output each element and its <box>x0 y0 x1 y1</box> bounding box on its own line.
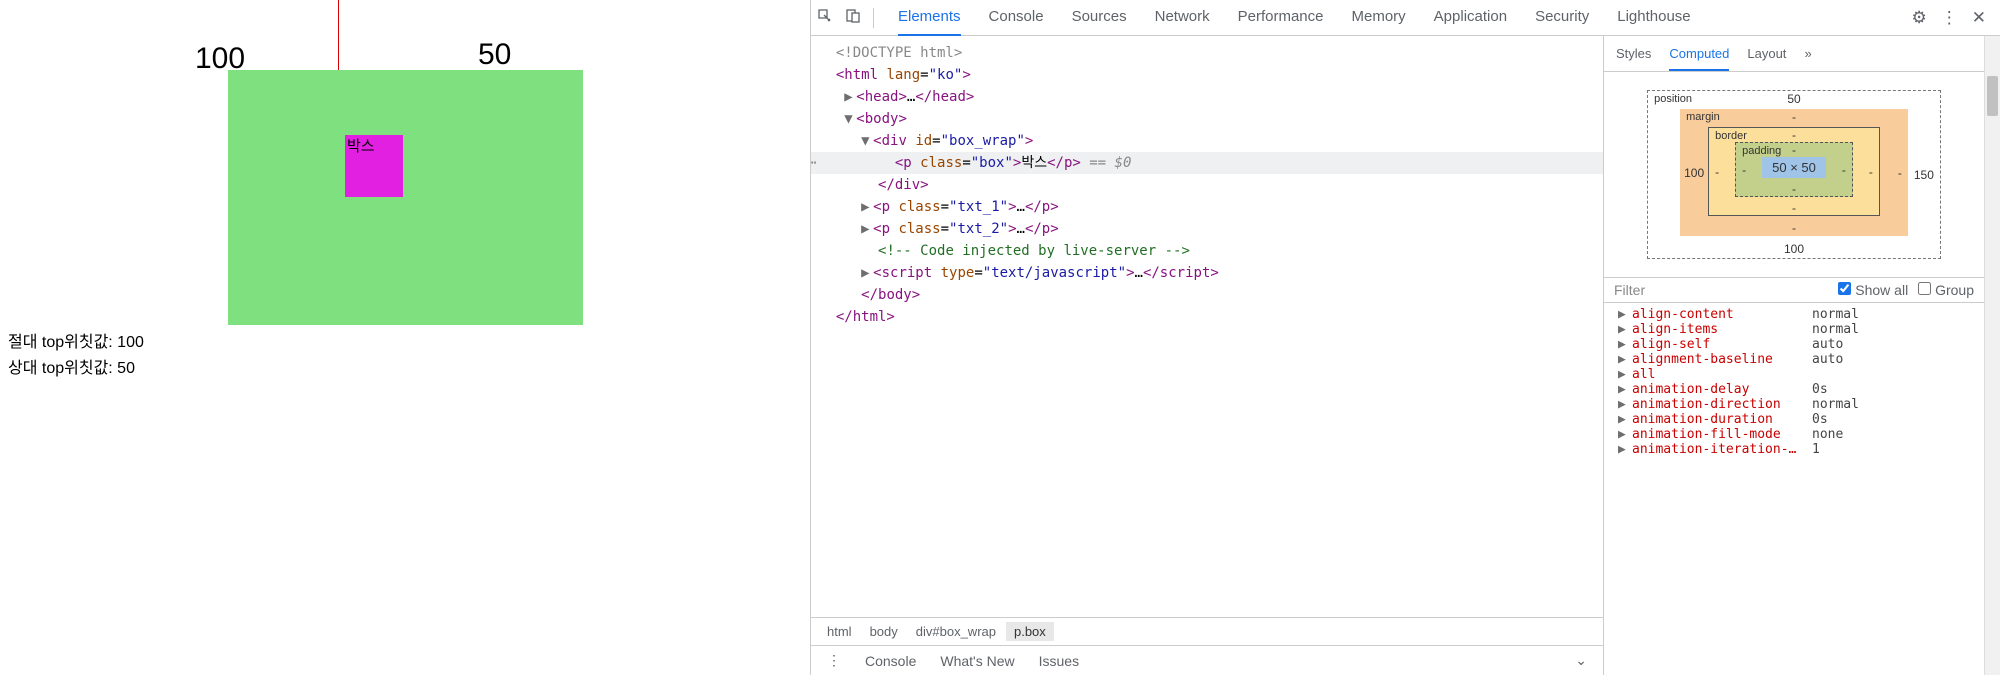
box-model-content: 50 × 50 <box>1762 157 1826 178</box>
styles-tab-computed[interactable]: Computed <box>1669 42 1729 71</box>
devtools-panel: Elements Console Sources Network Perform… <box>810 0 2000 675</box>
box-model-diagram[interactable]: position 50 100 150 margin - - 100 - bor… <box>1604 72 1984 277</box>
show-all-checkbox[interactable]: Show all <box>1838 282 1908 298</box>
crumb-boxwrap[interactable]: div#box_wrap <box>908 622 1004 641</box>
box-wrap <box>228 70 583 325</box>
filter-input[interactable]: Filter <box>1614 282 1645 298</box>
dom-breadcrumb[interactable]: html body div#box_wrap p.box <box>811 617 1603 645</box>
drawer-tab-whatsnew[interactable]: What's New <box>940 653 1014 669</box>
text-relative-top: 상대 top위칫값: 50 <box>8 354 135 378</box>
drawer-collapse-icon[interactable]: ⌄ <box>1575 652 1587 669</box>
styles-tab-more-icon[interactable]: » <box>1804 42 1811 71</box>
text-absolute-top: 절대 top위칫값: 100 <box>8 328 144 352</box>
gear-icon[interactable]: ⚙ <box>1912 8 1927 28</box>
drawer-tabs: ⋮ Console What's New Issues ⌄ <box>811 645 1603 675</box>
label-relative-top: 50 <box>478 38 511 72</box>
drawer-tab-issues[interactable]: Issues <box>1039 653 1079 669</box>
group-checkbox[interactable]: Group <box>1918 282 1974 298</box>
tab-performance[interactable]: Performance <box>1238 0 1324 36</box>
drawer-tab-console[interactable]: Console <box>865 653 916 669</box>
computed-properties-list[interactable]: ▶align-contentnormal ▶align-itemsnormal … <box>1604 303 1984 675</box>
selected-dom-node[interactable]: <p class="box">박스</p> == $0 <box>811 152 1603 174</box>
device-toggle-icon[interactable] <box>839 8 867 28</box>
tab-memory[interactable]: Memory <box>1352 0 1406 36</box>
tab-security[interactable]: Security <box>1535 0 1589 36</box>
styles-tab-styles[interactable]: Styles <box>1616 42 1651 71</box>
tab-sources[interactable]: Sources <box>1072 0 1127 36</box>
scrollbar[interactable] <box>1984 36 2000 675</box>
kebab-icon[interactable]: ⋮ <box>1941 8 1958 28</box>
dom-tree[interactable]: <!DOCTYPE html> <html lang="ko"> ▶<head>… <box>811 36 1603 617</box>
tab-console[interactable]: Console <box>989 0 1044 36</box>
tab-elements[interactable]: Elements <box>898 0 961 36</box>
crumb-pbox[interactable]: p.box <box>1006 622 1054 641</box>
box-element: 박스 <box>345 135 403 197</box>
tab-network[interactable]: Network <box>1155 0 1210 36</box>
tab-lighthouse[interactable]: Lighthouse <box>1617 0 1690 36</box>
drawer-menu-icon[interactable]: ⋮ <box>827 652 841 669</box>
crumb-html[interactable]: html <box>819 622 860 641</box>
devtools-toolbar: Elements Console Sources Network Perform… <box>811 0 2000 36</box>
rendered-page: 100 50 박스 절대 top위칫값: 100 상대 top위칫값: 50 <box>0 0 810 675</box>
crumb-body[interactable]: body <box>862 622 906 641</box>
close-icon[interactable]: ✕ <box>1972 8 1986 28</box>
tab-application[interactable]: Application <box>1434 0 1507 36</box>
styles-tab-layout[interactable]: Layout <box>1747 42 1786 71</box>
styles-sidebar: Styles Computed Layout » position 50 100… <box>1604 36 1984 675</box>
devtools-tabs: Elements Console Sources Network Perform… <box>880 0 1898 36</box>
inspect-icon[interactable] <box>811 8 839 28</box>
